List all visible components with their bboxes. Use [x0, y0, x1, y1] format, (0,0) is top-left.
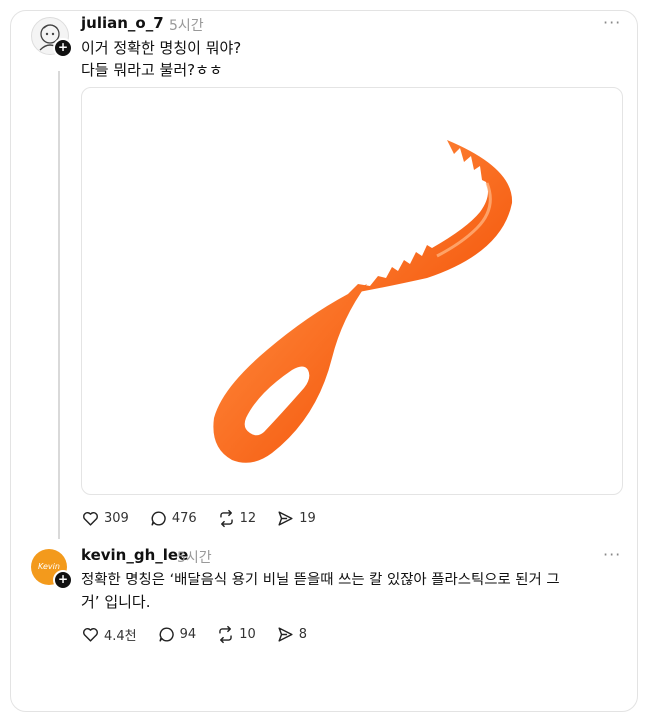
repost-count: 12 [239, 511, 257, 526]
repost-icon [219, 509, 233, 528]
comment-button[interactable]: 476 [149, 509, 197, 528]
repost-count: 10 [239, 627, 256, 642]
reply-text-line: 거’ 입니다. [81, 593, 151, 611]
thread-connector-line [58, 71, 60, 539]
send-icon [278, 511, 293, 526]
like-count: 4.4천 [104, 629, 137, 644]
comment-count: 476 [171, 511, 197, 526]
like-button[interactable]: 309 [81, 509, 129, 528]
comment-icon [151, 511, 166, 526]
follow-plus-icon[interactable]: + [53, 570, 73, 590]
post-username[interactable]: julian_o_7 [81, 14, 164, 32]
reply-username[interactable]: kevin_gh_lee [81, 546, 188, 564]
reply-actions: 4.4천 94 10 8 [81, 625, 327, 644]
more-options-icon[interactable]: ··· [603, 545, 621, 564]
thread-card: + julian_o_7 5시간 ··· 이거 정확한 명칭이 뭐야? 다들 뭐… [10, 10, 638, 712]
repost-button[interactable]: 10 [216, 625, 256, 644]
reply-time: 5시간 [177, 550, 212, 566]
post-text: 이거 정확한 명칭이 뭐야? 다들 뭐라고 불러?ㅎㅎ [81, 37, 241, 81]
reply-text: 정확한 명칭은 ‘배달음식 용기 비닐 뜯을때 쓰는 칼 있잖아 플라스틱으로 … [81, 569, 631, 613]
comment-button[interactable]: 94 [157, 625, 197, 644]
share-count: 8 [298, 627, 308, 642]
post-text-line: 이거 정확한 명칭이 뭐야? [81, 39, 242, 57]
like-button[interactable]: 4.4천 [81, 625, 137, 644]
repost-button[interactable]: 12 [217, 509, 257, 528]
heart-icon [83, 628, 98, 642]
like-count: 309 [104, 511, 129, 526]
post-time: 5시간 [169, 18, 204, 34]
post-actions: 309 476 12 19 [81, 509, 336, 528]
send-icon [278, 627, 293, 642]
post-image[interactable] [81, 87, 623, 495]
share-count: 19 [299, 511, 316, 526]
reply-text-line: 정확한 명칭은 ‘배달음식 용기 비닐 뜯을때 쓰는 칼 있잖아 플라스틱으로 … [81, 572, 560, 588]
repost-icon [219, 625, 232, 644]
post-text-line: 다들 뭐라고 불러?ㅎㅎ [81, 61, 223, 79]
comment-count: 94 [179, 627, 197, 642]
more-options-icon[interactable]: ··· [603, 13, 621, 32]
comment-icon [159, 627, 174, 642]
heart-icon [83, 512, 98, 526]
orange-plastic-cutter-icon [213, 140, 513, 463]
share-button[interactable]: 8 [276, 625, 307, 644]
share-button[interactable]: 19 [276, 509, 316, 528]
follow-plus-icon[interactable]: + [53, 38, 73, 58]
